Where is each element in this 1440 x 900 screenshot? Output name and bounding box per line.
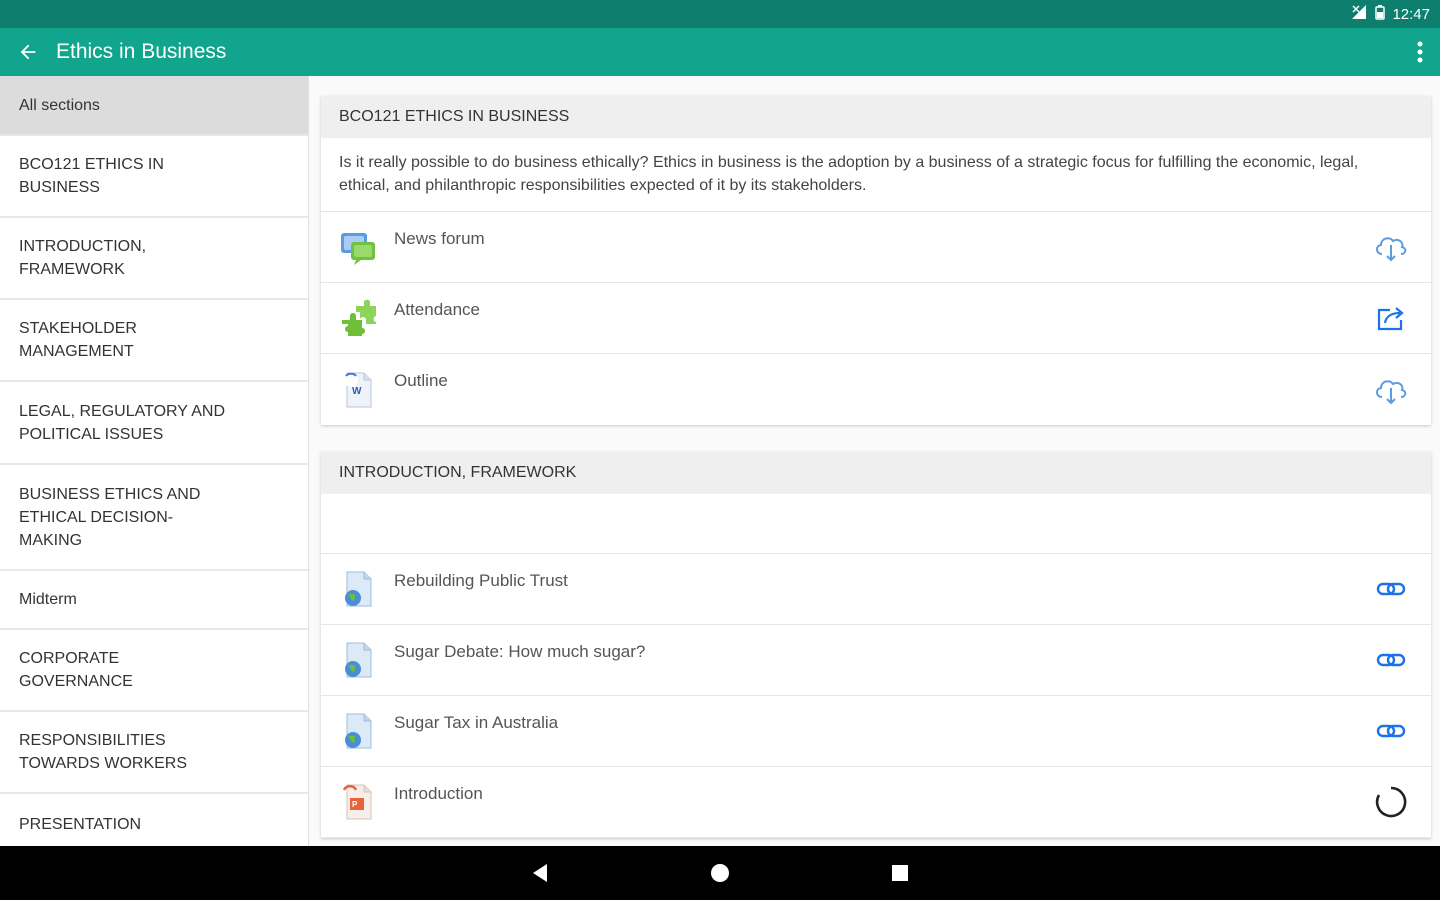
status-time: 12:47 [1392,5,1430,23]
module-name: News forum [394,229,485,248]
open-link-button[interactable] [1361,569,1421,609]
section-sidebar: All sections BCO121 ETHICS IN BUSINESS I… [0,76,309,846]
puzzle-icon [338,298,378,338]
link-icon [1376,653,1406,667]
section-card: INTRODUCTION, FRAMEWORK Rebuilding Publi… [321,452,1431,838]
section-summary: Is it really possible to do business eth… [321,138,1431,212]
sidebar-item-responsibilities[interactable]: RESPONSIBILITIES TOWARDS WORKERS [0,712,308,794]
module-name: Rebuilding Public Trust [394,571,568,590]
sidebar-item-label: Midterm [19,591,77,608]
module-row-news-forum[interactable]: News forum [321,212,1431,283]
sidebar-item-legal[interactable]: LEGAL, REGULATORY AND POLITICAL ISSUES [0,382,308,465]
module-row-sugar-tax[interactable]: Sugar Tax in Australia [321,696,1431,767]
module-row-attendance[interactable]: Attendance [321,283,1431,354]
cloud-download-icon [1376,237,1407,262]
sidebar-item-label: RESPONSIBILITIES TOWARDS WORKERS [19,732,188,772]
sidebar-item-label: All sections [19,96,100,114]
module-name: Outline [394,371,448,390]
triangle-back-icon [533,864,547,882]
module-row-introduction[interactable]: P Introduction [321,767,1431,838]
section-title: BCO121 ETHICS IN BUSINESS [321,96,1431,138]
battery-icon [1374,4,1386,24]
loading-spinner-icon [1375,786,1407,818]
course-content: BCO121 ETHICS IN BUSINESS Is it really p… [309,76,1440,846]
page-title: Ethics in Business [56,40,227,63]
module-name: Introduction [394,784,483,803]
sidebar-item-label: INTRODUCTION, FRAMEWORK [19,238,147,278]
square-recents-icon [892,865,908,881]
sidebar-item-corporate-governance[interactable]: CORPORATE GOVERNANCE [0,630,308,712]
nav-back-button[interactable] [510,846,570,900]
sidebar-item-presentation[interactable]: PRESENTATION [0,794,308,846]
arrow-back-icon [20,44,36,60]
status-bar: 12:47 [0,0,1440,28]
more-vert-icon [1417,41,1423,63]
url-document-icon [338,711,378,751]
open-link-button[interactable] [1361,711,1421,751]
sidebar-item-midterm[interactable]: Midterm [0,571,308,630]
sidebar-item-label: STAKEHOLDER MANAGEMENT [19,320,137,360]
module-row-outline[interactable]: W Outline [321,354,1431,425]
module-name: Attendance [394,300,481,319]
forum-icon [338,227,378,267]
powerpoint-document-icon: P [338,782,378,822]
open-external-icon [1377,307,1404,331]
system-navigation-bar [0,846,1440,900]
open-link-button[interactable] [1361,640,1421,680]
svg-text:W: W [352,386,362,397]
module-name: Sugar Debate: How much sugar? [394,642,646,661]
loading-indicator [1361,782,1421,822]
sidebar-item-label: PRESENTATION [19,815,142,833]
app-bar: Ethics in Business [0,28,1440,76]
module-name: Sugar Tax in Australia [394,713,559,732]
section-summary [321,494,1431,554]
section-card: BCO121 ETHICS IN BUSINESS Is it really p… [321,96,1431,425]
word-document-icon: W [338,370,378,410]
link-icon [1376,724,1406,738]
sidebar-item-label: BUSINESS ETHICS AND ETHICAL DECISION-MAK… [19,485,201,549]
sidebar-item-label: LEGAL, REGULATORY AND POLITICAL ISSUES [19,402,226,443]
back-button[interactable] [0,28,56,76]
sidebar-item-bco121[interactable]: BCO121 ETHICS IN BUSINESS [0,136,308,218]
open-external-button[interactable] [1361,298,1421,338]
nav-home-button[interactable] [690,846,750,900]
signal-icon [1350,4,1368,24]
url-document-icon [338,569,378,609]
sidebar-item-label: CORPORATE GOVERNANCE [19,650,133,690]
sidebar-item-all-sections[interactable]: All sections [0,76,308,136]
link-icon [1376,582,1406,596]
download-button[interactable] [1361,370,1421,410]
sidebar-item-introduction[interactable]: INTRODUCTION, FRAMEWORK [0,218,308,300]
module-row-sugar-debate[interactable]: Sugar Debate: How much sugar? [321,625,1431,696]
cloud-download-icon [1376,379,1407,404]
more-options-button[interactable] [1400,28,1440,76]
sidebar-item-business-ethics[interactable]: BUSINESS ETHICS AND ETHICAL DECISION-MAK… [0,465,308,571]
sidebar-item-label: BCO121 ETHICS IN BUSINESS [19,156,164,196]
module-row-rebuilding-public-trust[interactable]: Rebuilding Public Trust [321,554,1431,625]
sidebar-item-stakeholder[interactable]: STAKEHOLDER MANAGEMENT [0,300,308,382]
svg-text:P: P [352,800,358,809]
circle-home-icon [711,864,729,882]
url-document-icon [338,640,378,680]
section-title: INTRODUCTION, FRAMEWORK [321,452,1431,494]
download-button[interactable] [1361,227,1421,267]
nav-recents-button[interactable] [870,846,930,900]
